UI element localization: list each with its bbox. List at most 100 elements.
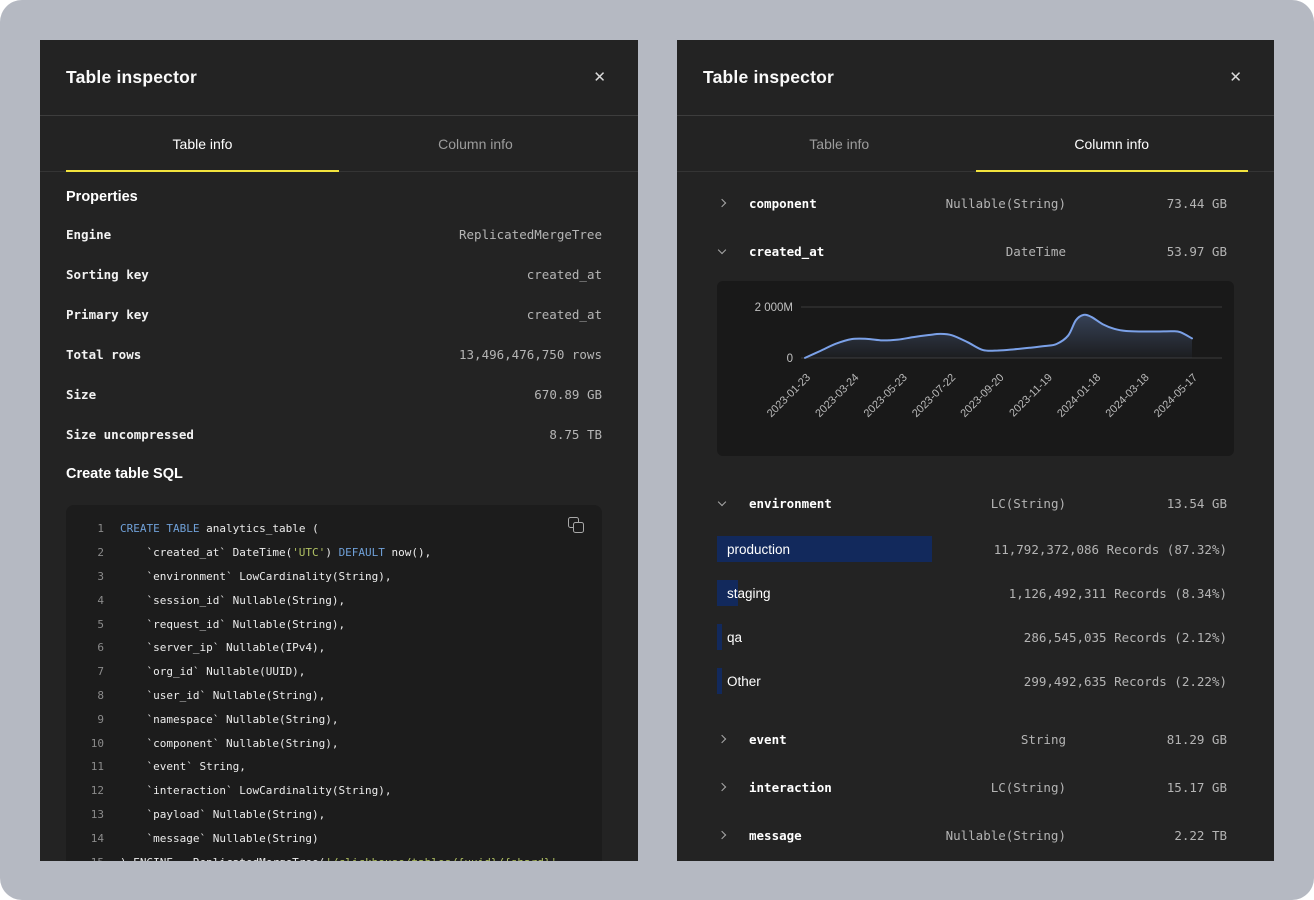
dialog-title: Table inspector (703, 67, 834, 88)
sql-code-line: 6 `server_ip` Nullable(IPv4), (78, 636, 588, 660)
create-table-sql-heading: Create table SQL (66, 462, 602, 486)
column-name: message (749, 828, 946, 843)
column-row-event[interactable]: eventString81.29 GB (677, 715, 1274, 763)
column-info-panel: componentNullable(String)73.44 GBcreated… (677, 172, 1274, 859)
dialog-title: Table inspector (66, 67, 197, 88)
line-number: 9 (78, 713, 104, 726)
close-icon[interactable]: ✕ (589, 66, 610, 89)
column-size: 81.29 GB (1066, 732, 1227, 747)
chevron-shape (718, 246, 726, 254)
column-list: componentNullable(String)73.44 GBcreated… (677, 179, 1274, 859)
column-size: 73.44 GB (1066, 196, 1227, 211)
breakdown-value-label: Other (717, 674, 761, 689)
line-number: 2 (78, 546, 104, 559)
table-inspector-dialog-table-info: Table inspector ✕ Table info Column info… (40, 40, 638, 861)
y-axis-tick-label: 2 000M (755, 302, 793, 314)
property-value: ReplicatedMergeTree (459, 227, 602, 242)
chevron-shape (718, 498, 726, 506)
code-segment-pl: `payload` Nullable(String), (120, 808, 325, 821)
sql-code-line: 14 `message` Nullable(String) (78, 826, 588, 850)
line-number: 15 (78, 856, 104, 861)
tab-table-info[interactable]: Table info (66, 116, 339, 171)
property-label: Primary key (66, 307, 149, 322)
code-text: `event` String, (120, 760, 246, 773)
property-label: Sorting key (66, 267, 149, 282)
column-row-component[interactable]: componentNullable(String)73.44 GB (677, 179, 1274, 227)
breakdown-row: Other299,492,635 Records (2.22%) (677, 659, 1274, 703)
table-info-panel: Properties Engine ReplicatedMergeTree Sort… (40, 185, 638, 861)
code-segment-pl: ) ENGINE = ReplicatedMergeTree( (120, 856, 325, 861)
column-size: 15.17 GB (1066, 780, 1227, 795)
chevron-right-icon[interactable] (717, 832, 731, 838)
line-number: 7 (78, 665, 104, 678)
code-text: `environment` LowCardinality(String), (120, 570, 392, 583)
code-segment-pl: ) (325, 546, 338, 559)
breakdown-records: 11,792,372,086 Records (87.32%) (994, 542, 1227, 557)
x-axis-tick-label: 2024-05-17 (1152, 372, 1200, 420)
properties-heading: Properties (66, 185, 602, 209)
code-segment-kw: DEFAULT (339, 546, 385, 559)
tab-bar: Table info Column info (677, 116, 1274, 172)
property-row: Engine ReplicatedMergeTree (66, 214, 602, 254)
sql-code-line: 11 `event` String, (78, 755, 588, 779)
property-value: 13,496,476,750 rows (459, 347, 602, 362)
breakdown-value-label: qa (717, 630, 742, 645)
property-row: Size uncompressed8.75 TB (66, 414, 602, 454)
table-inspector-dialog-column-info: Table inspector ✕ Table info Column info… (677, 40, 1274, 861)
code-text: `created_at` DateTime('UTC') DEFAULT now… (120, 546, 431, 559)
sql-code-line: 9 `namespace` Nullable(String), (78, 707, 588, 731)
tab-table-info[interactable]: Table info (703, 116, 976, 171)
tab-column-info[interactable]: Column info (976, 116, 1249, 171)
created-at-chart-panel: 2 000M02023-01-232023-03-242023-05-23202… (717, 281, 1234, 456)
tab-column-info[interactable]: Column info (339, 116, 612, 171)
tab-label: Column info (438, 136, 513, 152)
column-size: 2.22 TB (1066, 828, 1227, 843)
chevron-down-icon[interactable] (717, 501, 731, 505)
code-segment-pl: `interaction` LowCardinality(String), (120, 784, 392, 797)
chevron-shape (718, 735, 726, 743)
breakdown-row: staging1,126,492,311 Records (8.34%) (677, 571, 1274, 615)
property-row: Size670.89 GB (66, 374, 602, 414)
code-segment-pl: `created_at` DateTime( (120, 546, 292, 559)
chevron-right-icon[interactable] (717, 784, 731, 790)
column-type: LC(String) (991, 780, 1066, 795)
property-label: Engine (66, 227, 111, 242)
column-name: created_at (749, 244, 1006, 259)
close-icon[interactable]: ✕ (1225, 66, 1246, 89)
code-text: ) ENGINE = ReplicatedMergeTree('/clickho… (120, 856, 557, 861)
line-number: 10 (78, 737, 104, 750)
x-axis-tick-label: 2023-03-24 (813, 372, 861, 420)
property-value: 8.75 TB (549, 427, 602, 442)
code-text: `org_id` Nullable(UUID), (120, 665, 305, 678)
chevron-down-icon[interactable] (717, 249, 731, 253)
x-axis-tick-label: 2024-01-18 (1055, 372, 1103, 420)
property-value: created_at (527, 267, 602, 282)
breakdown-row: qa286,545,035 Records (2.12%) (677, 615, 1274, 659)
column-type: LC(String) (991, 496, 1066, 511)
line-number: 12 (78, 784, 104, 797)
chevron-right-icon[interactable] (717, 736, 731, 742)
column-row-message[interactable]: messageNullable(String)2.22 TB (677, 811, 1274, 859)
column-row-environment[interactable]: environmentLC(String)13.54 GB (677, 479, 1274, 527)
code-segment-pl: `namespace` Nullable(String), (120, 713, 339, 726)
column-type: String (1021, 732, 1066, 747)
column-type: Nullable(String) (946, 196, 1066, 211)
code-text: `request_id` Nullable(String), (120, 618, 345, 631)
chevron-right-icon[interactable] (717, 200, 731, 206)
property-value: 670.89 GB (534, 387, 602, 402)
code-segment-kw: CREATE TABLE (120, 522, 199, 535)
code-segment-pl: `server_ip` Nullable(IPv4), (120, 641, 325, 654)
column-row-interaction[interactable]: interactionLC(String)15.17 GB (677, 763, 1274, 811)
breakdown-value-label: staging (717, 586, 771, 601)
code-text: `message` Nullable(String) (120, 832, 319, 845)
line-number: 1 (78, 522, 104, 535)
column-name: interaction (749, 780, 991, 795)
line-number: 6 (78, 641, 104, 654)
column-size: 13.54 GB (1066, 496, 1227, 511)
sql-code-block: 1 CREATE TABLE analytics_table ( 2 `create… (66, 505, 602, 861)
code-text: CREATE TABLE analytics_table ( (120, 522, 319, 535)
code-segment-pl: `user_id` Nullable(String), (120, 689, 325, 702)
column-row-created_at[interactable]: created_atDateTime53.97 GB (677, 227, 1274, 275)
copy-icon[interactable] (566, 515, 590, 539)
property-row: Primary keycreated_at (66, 294, 602, 334)
